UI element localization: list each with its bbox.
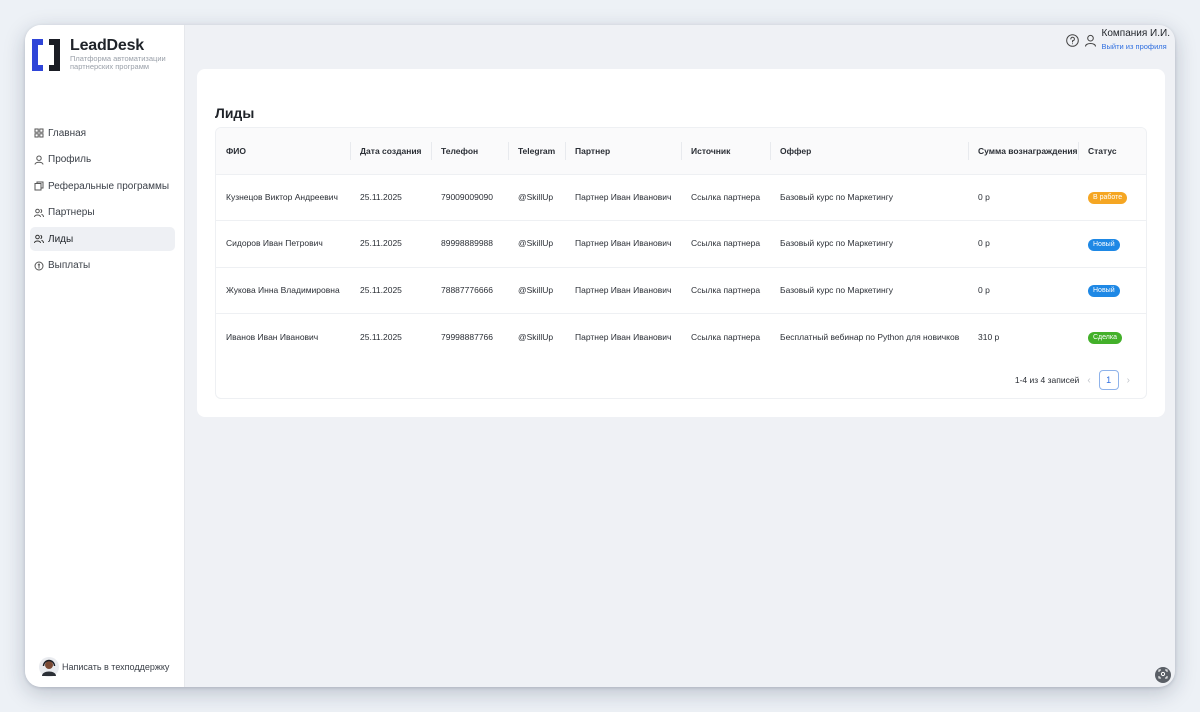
lead-phone: 89998889988 — [431, 220, 508, 267]
status-badge: Сделка — [1088, 332, 1122, 344]
pagination: 1-4 из 4 записей ‹ 1 › — [1015, 370, 1138, 390]
lead-source: Ссылка партнера — [681, 220, 770, 267]
lead-telegram: @SkillUp — [508, 173, 565, 221]
column-header: Telegram — [508, 128, 565, 174]
sidebar-item-label: Выплаты — [48, 260, 91, 271]
table-header-row: ФИО Дата создания Телефон Telegram Партн… — [216, 128, 1146, 174]
screen-capture-button[interactable] — [1155, 667, 1171, 683]
lead-partner: Партнер Иван Иванович — [565, 173, 681, 221]
page-button-current[interactable]: 1 — [1098, 370, 1119, 390]
lead-offer: Базовый курс по Маркетингу — [770, 266, 968, 314]
support-label: Написать в техподдержку — [62, 662, 170, 672]
lead-phone: 78887776666 — [431, 266, 508, 314]
status-badge: В работе — [1088, 192, 1128, 205]
user-icon — [34, 155, 44, 165]
help-icon[interactable] — [1065, 33, 1079, 47]
lead-partner: Партнер Иван Иванович — [565, 266, 681, 314]
table-row[interactable]: Иванов Иван Иванович 25.11.2025 79998887… — [216, 313, 1146, 360]
column-header: Статус — [1078, 128, 1146, 174]
lead-partner: Партнер Иван Иванович — [565, 220, 681, 267]
column-header: ФИО — [216, 128, 350, 174]
lead-partner: Партнер Иван Иванович — [565, 313, 681, 360]
sidebar-item-label: Главная — [48, 127, 87, 139]
lead-date: 25.11.2025 — [350, 220, 431, 267]
coin-icon — [34, 261, 44, 271]
sidebar-item-label: Лиды — [48, 233, 74, 245]
focus-icon — [1158, 666, 1168, 684]
copy-icon — [34, 181, 44, 191]
app-window: LeadDesk Платформа автоматизации партнер… — [25, 25, 1175, 687]
account-block: Компания И.И. Выйти из профиля — [1102, 28, 1170, 52]
lead-source: Ссылка партнера — [681, 173, 770, 221]
sidebar-item-referral-programs[interactable]: Реферальные программы — [30, 174, 175, 198]
leads-card: Лиды ФИО Дата создания Телефон Telegram … — [197, 69, 1165, 417]
lead-offer: Бесплатный вебинар по Python для новичко… — [770, 313, 968, 360]
users-icon — [34, 208, 44, 218]
column-header: Партнер — [565, 128, 681, 174]
lead-phone: 79998887766 — [431, 313, 508, 360]
brand-subtitle: Платформа автоматизации партнерских прог… — [70, 54, 166, 71]
company-name: Компания И.И. — [1101, 28, 1170, 39]
lead-name: Кузнецов Виктор Андреевич — [216, 173, 350, 221]
user-icon[interactable] — [1084, 34, 1097, 47]
table-row[interactable]: Сидоров Иван Петрович 25.11.2025 8999888… — [216, 220, 1146, 267]
sidebar: LeadDesk Платформа автоматизации партнер… — [25, 25, 185, 687]
page-title: Лиды — [215, 105, 255, 121]
lead-source: Ссылка партнера — [681, 266, 770, 314]
lead-amount: 0 р — [968, 266, 1078, 314]
lead-telegram: @SkillUp — [508, 220, 565, 267]
sidebar-item-partners[interactable]: Партнеры — [30, 201, 175, 225]
logout-link[interactable]: Выйти из профиля — [1102, 42, 1170, 52]
status-badge: Новый — [1088, 238, 1120, 251]
column-header: Телефон — [431, 128, 508, 174]
lead-date: 25.11.2025 — [350, 173, 431, 221]
prev-page-button[interactable]: ‹ — [1087, 375, 1090, 386]
column-header: Источник — [681, 128, 770, 174]
table-row[interactable]: Жукова Инна Владимировна 25.11.2025 7888… — [216, 266, 1146, 314]
sidebar-item-label: Партнеры — [48, 207, 95, 218]
leads-table: ФИО Дата создания Телефон Telegram Партн… — [215, 127, 1147, 399]
topbar: Компания И.И. Выйти из профиля — [1065, 27, 1170, 53]
table-row[interactable]: Кузнецов Виктор Андреевич 25.11.2025 790… — [216, 173, 1146, 221]
lead-amount: 0 р — [968, 173, 1078, 221]
lead-date: 25.11.2025 — [350, 313, 431, 360]
grid-icon — [34, 128, 44, 138]
lead-offer: Базовый курс по Маркетингу — [770, 173, 968, 221]
sidebar-item-label: Реферальные программы — [48, 180, 170, 192]
lead-name: Иванов Иван Иванович — [216, 313, 350, 360]
brand-name: LeadDesk — [70, 37, 144, 54]
pagination-summary: 1-4 из 4 записей — [1014, 375, 1080, 385]
lead-name: Сидоров Иван Петрович — [216, 220, 350, 267]
support-avatar-icon — [39, 657, 59, 677]
sidebar-item-payouts[interactable]: Выплаты — [30, 254, 175, 278]
lead-amount: 0 р — [968, 220, 1078, 267]
next-page-button[interactable]: › — [1127, 375, 1130, 386]
column-header: Сумма вознаграждения — [968, 128, 1078, 174]
sidebar-item-profile[interactable]: Профиль — [30, 148, 175, 172]
lead-source: Ссылка партнера — [681, 313, 770, 360]
users-icon — [34, 234, 44, 244]
column-header: Оффер — [770, 128, 968, 174]
lead-date: 25.11.2025 — [350, 266, 431, 314]
sidebar-nav: Главная Профиль Реферальные программы Па… — [30, 121, 175, 280]
lead-name: Жукова Инна Владимировна — [216, 266, 350, 314]
lead-telegram: @SkillUp — [508, 266, 565, 314]
leaddesk-logo-icon — [30, 37, 62, 73]
lead-telegram: @SkillUp — [508, 313, 565, 360]
lead-phone: 79009009090 — [431, 173, 508, 221]
column-header: Дата создания — [350, 128, 431, 174]
sidebar-item-home[interactable]: Главная — [30, 121, 175, 145]
lead-offer: Базовый курс по Маркетингу — [770, 220, 968, 267]
status-badge: Новый — [1088, 285, 1120, 298]
sidebar-item-leads[interactable]: Лиды — [30, 227, 175, 251]
sidebar-item-label: Профиль — [48, 154, 92, 165]
logo[interactable]: LeadDesk Платформа автоматизации партнер… — [30, 37, 180, 73]
lead-amount: 310 р — [968, 313, 1078, 360]
support-link[interactable]: Написать в техподдержку — [39, 657, 169, 677]
